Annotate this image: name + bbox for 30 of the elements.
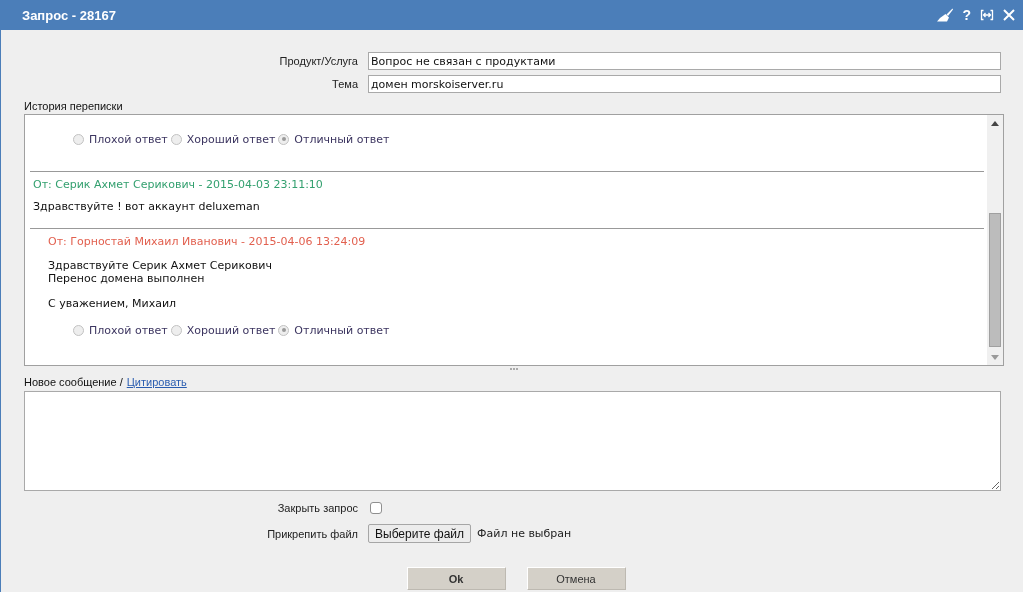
- message-text: Здравствуйте Серик Ахмет Серикович Перенос домена выполнен: [48, 259, 273, 285]
- checkbox[interactable]: [370, 502, 382, 514]
- dialog-button[interactable]: Ok: [406, 567, 506, 590]
- dialog-button[interactable]: Отмена: [526, 567, 626, 590]
- choose-file-button[interactable]: Выберите файл: [368, 524, 472, 543]
- close-icon[interactable]: [1003, 9, 1015, 21]
- text-field[interactable]: домен morskoiserver.ru: [368, 75, 1001, 93]
- section-label: История переписки: [24, 100, 124, 113]
- message-author: От: Серик Ахмет Серикович - 2015-04-03 23:11:10: [33, 178, 324, 191]
- message-author: От: Горностай Михаил Иванович - 2015-04-06 13:24:09: [48, 235, 367, 248]
- quote-link[interactable]: Цитировать: [126, 376, 187, 389]
- file-status: Файл не выбран: [477, 527, 572, 540]
- field-label: Продукт/Услуга: [278, 55, 358, 67]
- field-label: Тема: [331, 78, 358, 90]
- brush-icon[interactable]: [937, 8, 954, 22]
- section-label: Новое сообщение /: [24, 376, 123, 389]
- field-label: Прикрепить файл: [266, 527, 358, 540]
- scrollbar-thumb[interactable]: [989, 213, 1001, 347]
- scrollbar[interactable]: [987, 115, 1003, 365]
- scroll-down-icon[interactable]: [991, 354, 999, 360]
- window-title: Запрос - 28167: [22, 7, 116, 23]
- field-label: Закрыть запрос: [276, 502, 358, 514]
- resize-grip-icon[interactable]: [510, 368, 518, 371]
- message-text: Здравствуйте ! вот аккаунт deluxeman: [33, 200, 261, 213]
- expand-icon[interactable]: [980, 9, 994, 21]
- text-field[interactable]: Вопрос не связан с продуктами: [368, 52, 1001, 70]
- message-text: С уважением, Михаил: [48, 297, 178, 310]
- help-button[interactable]: ?: [962, 7, 971, 23]
- scroll-up-icon[interactable]: [991, 120, 999, 126]
- message-field[interactable]: [24, 391, 1001, 491]
